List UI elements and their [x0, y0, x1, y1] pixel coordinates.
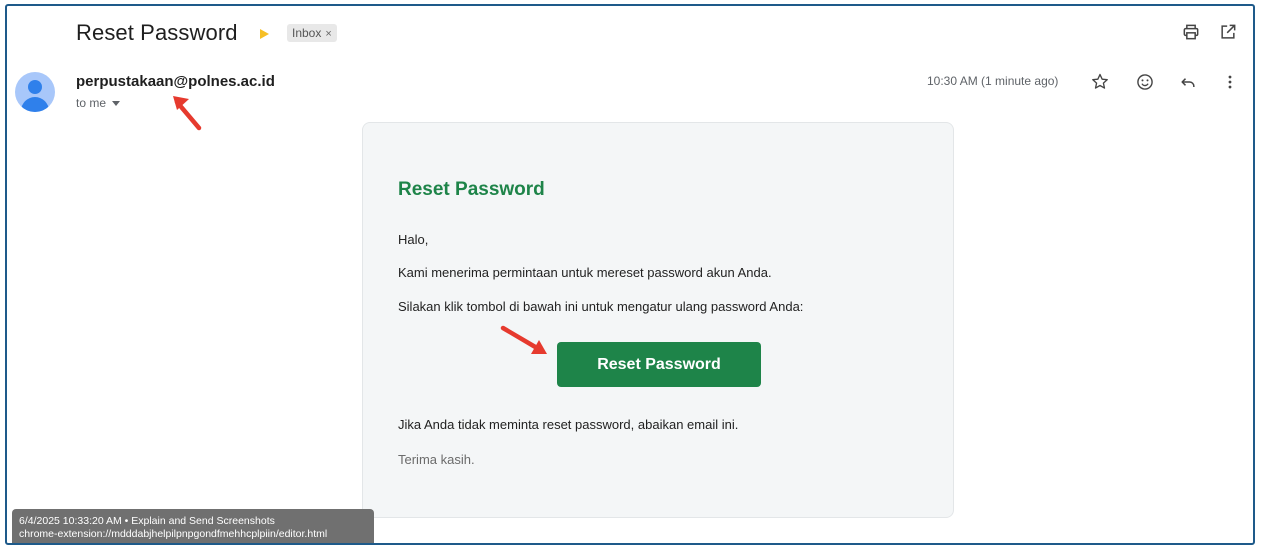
reply-icon[interactable]	[1176, 70, 1200, 94]
body-line-instruction: Silakan klik tombol di bawah ini untuk m…	[398, 299, 804, 314]
greeting-text: Halo,	[398, 232, 429, 247]
more-vert-icon[interactable]	[1218, 70, 1242, 94]
reset-password-button[interactable]: Reset Password	[557, 342, 761, 387]
annotation-arrow-button	[500, 325, 547, 354]
email-timestamp: 10:30 AM (1 minute ago)	[927, 74, 1059, 88]
avatar-body	[21, 97, 49, 112]
email-body-card: Reset Password Halo, Kami menerima permi…	[362, 122, 954, 518]
email-view: Reset Password Inbox × perpustakaan@polne…	[5, 4, 1255, 545]
closing-text: Terima kasih.	[398, 452, 475, 467]
email-subject: Reset Password	[76, 20, 238, 45]
body-line-request: Kami menerima permintaan untuk mereset p…	[398, 265, 772, 280]
annotation-arrow-sender	[173, 96, 202, 131]
avatar-head	[28, 80, 42, 94]
print-icon[interactable]	[1179, 20, 1203, 44]
tooltip-line-timestamp: 6/4/2025 10:33:20 AM • Explain and Send …	[19, 515, 275, 527]
emoji-icon[interactable]	[1133, 70, 1157, 94]
star-icon[interactable]	[1088, 70, 1112, 94]
screenshot-tooltip: 6/4/2025 10:33:20 AM • Explain and Send …	[12, 509, 374, 543]
recipient-details-toggle[interactable]: to me	[76, 96, 121, 110]
important-marker-icon[interactable]	[260, 29, 269, 39]
tooltip-line-url: chrome-extension://mdddabjhelpilpnpgondf…	[19, 528, 328, 540]
sender-address[interactable]: perpustakaan@polnes.ac.id	[76, 73, 275, 90]
chevron-down-icon	[112, 101, 121, 107]
label-remove-icon[interactable]: ×	[325, 28, 331, 40]
label-chip-text: Inbox	[292, 26, 322, 40]
label-chip-inbox[interactable]: Inbox ×	[287, 24, 337, 42]
recipient-label: to me	[76, 96, 107, 110]
avatar[interactable]	[15, 72, 55, 112]
open-in-new-icon[interactable]	[1216, 20, 1240, 44]
body-line-ignore: Jika Anda tidak meminta reset password, …	[398, 417, 739, 432]
body-title: Reset Password	[398, 179, 545, 200]
